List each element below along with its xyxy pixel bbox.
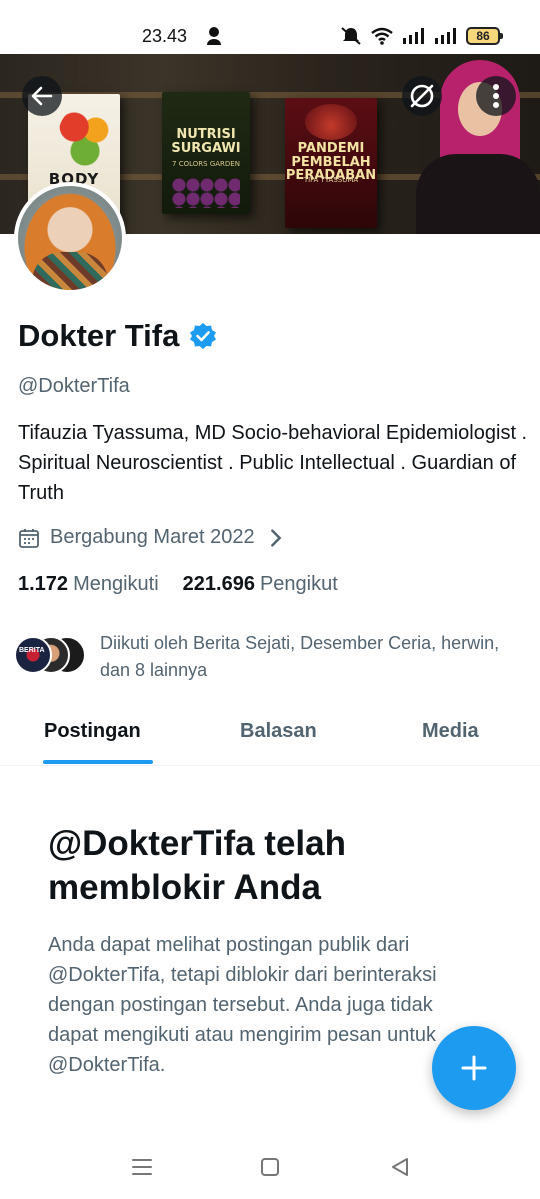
followed-by-text: Diikuti oleh Berita Sejati, Desember Cer… [100, 633, 500, 680]
mute-icon [341, 27, 361, 45]
home-icon[interactable] [258, 1156, 282, 1178]
signal-icon-2 [435, 28, 456, 44]
followed-by-row[interactable]: BERITA Diikuti oleh Berita Sejati, Desem… [14, 630, 500, 684]
joined-date-row[interactable]: Bergabung Maret 2022 [18, 526, 287, 549]
profile-name-row: Dokter Tifa [18, 318, 217, 354]
banner-book-nutrisi-surgawi: NUTRISI SURGAWI 7 COLORS GARDEN [162, 92, 250, 214]
book-subtitle: 7 COLORS GARDEN [172, 160, 240, 168]
following-stat[interactable]: 1.172 Mengikuti [18, 573, 159, 596]
profile-avatar[interactable] [14, 182, 126, 294]
menu-icon[interactable] [130, 1156, 154, 1178]
banner-book-pandemi: PANDEMI PEMBELAH PERADABAN TIFA TYASSUMA [285, 98, 377, 228]
follow-stats: 1.172 Mengikuti 221.696 Pengikut [18, 573, 338, 596]
chevron-right-icon [270, 528, 281, 547]
active-tab-indicator [43, 760, 153, 764]
verified-badge-icon[interactable] [189, 322, 217, 350]
tab-posts[interactable]: Postingan [44, 720, 141, 743]
following-count: 1.172 [18, 573, 69, 595]
more-vertical-icon [493, 84, 499, 108]
blocked-body: Anda dapat melihat postingan publik dari… [48, 934, 437, 1076]
profile-handle: @DokterTifa [18, 375, 130, 397]
grok-button[interactable] [402, 76, 442, 116]
joined-date-text: Bergabung Maret 2022 [50, 526, 255, 548]
fruit-illustration [58, 106, 112, 166]
grapes-illustration [172, 178, 240, 208]
profile-bio: Tifauzia Tyassuma, MD Socio-behavioral E… [18, 422, 528, 504]
tab-media[interactable]: Media [422, 720, 479, 743]
profile-name: Dokter Tifa [18, 318, 180, 353]
status-time: 23.43 [142, 26, 188, 46]
signal-icon-1 [403, 28, 424, 44]
more-options-button[interactable] [476, 76, 516, 116]
globe-illustration [305, 104, 357, 140]
compose-button[interactable] [432, 1026, 516, 1110]
back-button[interactable] [22, 76, 62, 116]
book-author: TIFA TYASSUMA [303, 176, 359, 184]
tab-replies[interactable]: Balasan [240, 720, 317, 743]
back-nav-icon[interactable] [388, 1156, 412, 1178]
avatar-scarf [32, 252, 108, 290]
notification-icon [207, 27, 221, 45]
status-right: 86 [340, 26, 503, 46]
book-title: NUTRISI SURGAWI [171, 127, 241, 156]
wifi-icon [371, 27, 393, 45]
followers-label: Pengikut [259, 573, 338, 595]
calendar-icon [19, 528, 39, 548]
followers-count: 221.696 [182, 573, 255, 595]
arrow-left-icon [31, 86, 53, 106]
following-label: Mengikuti [73, 573, 159, 595]
blocked-title: @DokterTifa telah memblokir Anda [48, 824, 346, 907]
plus-icon [461, 1055, 487, 1081]
grok-icon [410, 84, 434, 108]
mutual-avatar: BERITA [14, 636, 52, 674]
followers-stat[interactable]: 221.696 Pengikut [183, 573, 338, 596]
mutual-avatar-badge: BERITA [19, 647, 45, 654]
system-nav-bar [0, 1140, 540, 1199]
mutual-avatars: BERITA [14, 636, 86, 676]
battery-indicator: 86 [466, 27, 503, 45]
status-bar: 23.43 86 [0, 0, 540, 54]
portrait-body [416, 154, 540, 234]
profile-tabs: Postingan Balasan Media [0, 700, 540, 766]
